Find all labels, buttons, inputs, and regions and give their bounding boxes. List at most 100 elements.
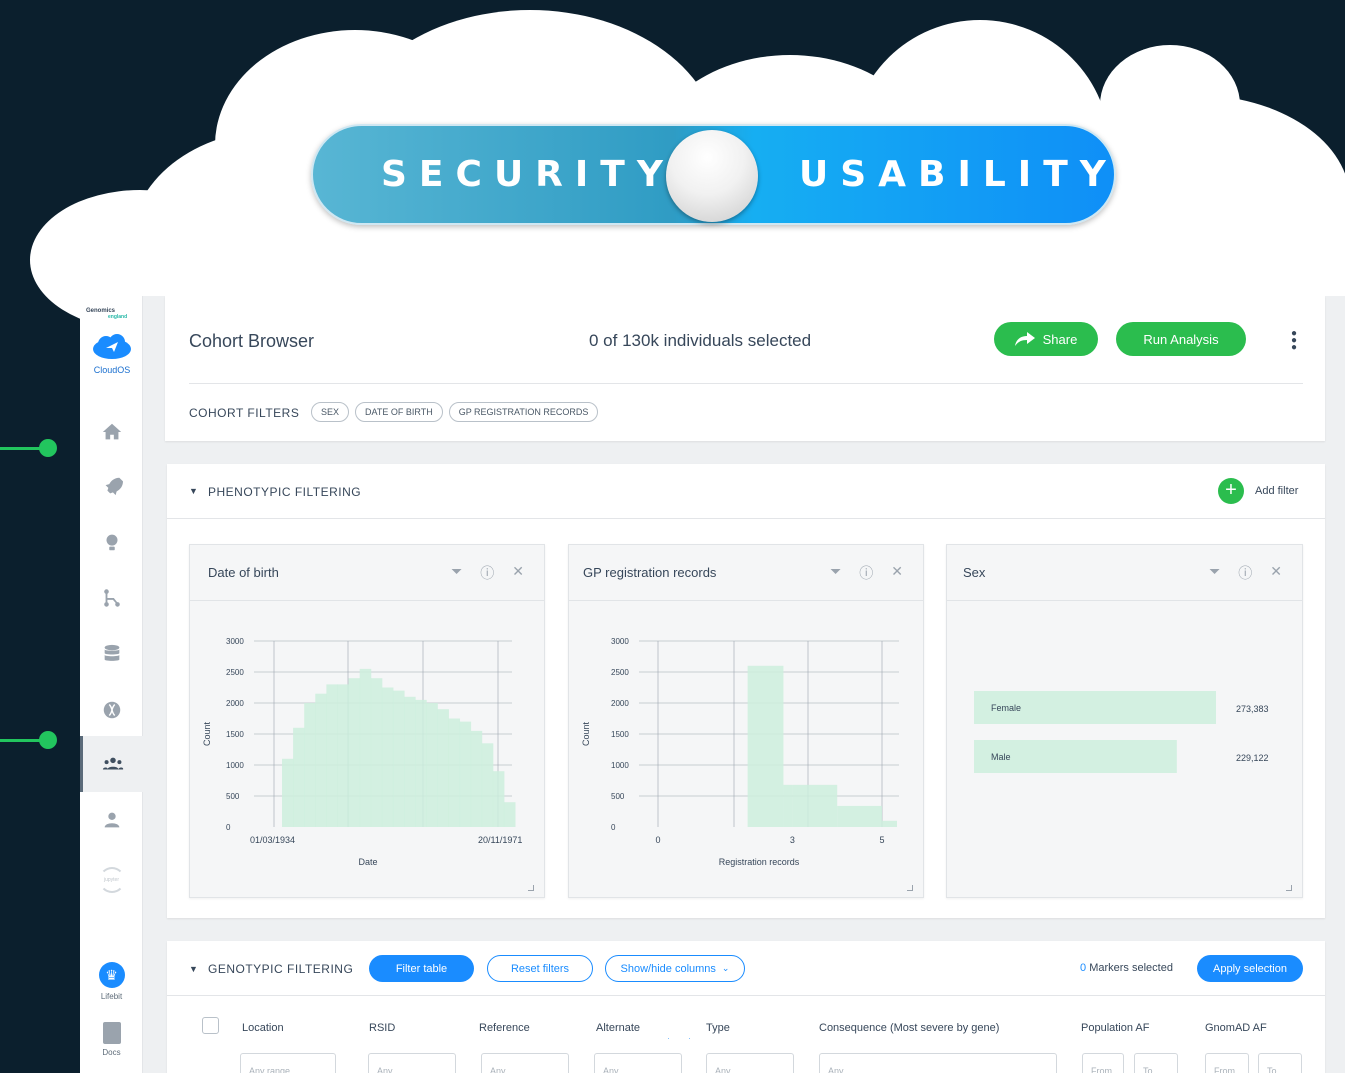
close-icon[interactable]: ✕ [1270,563,1282,583]
population-af-from[interactable]: From [1082,1053,1124,1073]
sidebar-item-home[interactable] [80,404,143,460]
card-gp-registration: GP registration records ⏷ ⓘ ✕ 3000 2500 2000… [568,544,924,898]
gnomad-af-to[interactable]: To [1258,1053,1302,1073]
security-label: SECURITY [381,154,675,195]
security-usability-toggle[interactable]: SECURITY USABILITY [311,124,1116,225]
share-button[interactable]: Share [994,322,1098,356]
rsid-input[interactable]: Any [368,1053,456,1073]
filter-icon[interactable]: ⏷ [451,563,462,583]
info-icon[interactable]: ⓘ [1238,563,1252,583]
docs-label: Docs [102,1048,121,1057]
x-tick-label: 01/03/1934 [250,835,295,845]
close-icon[interactable]: ✕ [512,563,524,583]
more-options-icon[interactable]: ● ● ● [1290,329,1298,353]
markers-selected: 0 Markers selected [1080,962,1173,974]
sex-value-label: 229,122 [1236,753,1269,763]
histogram-bar [337,684,350,827]
select-all-checkbox[interactable] [202,1017,219,1034]
crown-icon: ♛ [98,962,125,988]
y-tick-label: 3000 [226,637,244,646]
filter-table-button[interactable]: Filter table [369,955,474,982]
histogram-bar [426,703,438,827]
col-alternate[interactable]: Alternate [596,1022,640,1034]
y-tick-label: 2000 [226,699,244,708]
add-filter-button[interactable]: + Add filter [1218,478,1298,504]
sidebar-item-docs[interactable]: Docs [80,1022,143,1057]
apply-selection-label: Apply selection [1213,962,1287,975]
users-group-icon [102,757,124,770]
gnomad-af-from[interactable]: From [1205,1053,1249,1073]
apply-selection-button[interactable]: Apply selection [1197,955,1303,982]
col-type[interactable]: Type [706,1022,730,1034]
rocket-icon [105,477,123,496]
filter-pill-dob[interactable]: DATE OF BIRTH [355,402,443,422]
close-icon[interactable]: ✕ [891,563,903,583]
y-tick-label: 500 [611,792,625,801]
histogram-bar [437,709,449,827]
pheno-collapse-icon[interactable]: ▼ [189,486,198,496]
sex-category-label: Male [991,752,1011,762]
sidebar-item-data[interactable] [80,626,143,682]
chevron-down-icon: ⌄ [721,963,730,973]
geno-collapse-icon[interactable]: ▼ [189,964,198,974]
population-af-to[interactable]: To [1134,1053,1178,1073]
type-input[interactable]: Any [706,1053,794,1073]
histogram-bar [470,730,483,827]
x-axis-label: Registration records [719,857,800,867]
resize-handle-icon[interactable] [528,885,534,891]
pheno-divider [167,518,1325,519]
reference-input[interactable]: Any [481,1053,569,1073]
geno-title: GENOTYPIC FILTERING [208,962,354,976]
filter-pill-sex[interactable]: SEX [311,402,350,422]
usability-label: USABILITY [799,154,1118,195]
sidebar-item-genomics[interactable] [80,682,143,738]
sidebar-item-ideas[interactable] [80,514,143,570]
consequence-input[interactable]: Any [819,1053,1057,1073]
histogram-bar [882,820,897,827]
info-icon[interactable]: ⓘ [859,563,873,583]
show-hide-columns-button[interactable]: Show/hide columns ⌄ [605,955,745,982]
location-range-input[interactable]: Any range [240,1053,336,1073]
x-tick-label: 3 [790,835,795,845]
resize-handle-icon[interactable] [1286,885,1292,891]
add-filter-label: Add filter [1255,485,1299,497]
col-gnomad-af[interactable]: GnomAD AF [1205,1022,1267,1034]
gp-histogram: 3000 2500 2000 1500 1000 500 0 Count 0 3 5 Registra… [581,637,899,867]
x-tick-label: 5 [879,835,884,845]
filter-icon[interactable]: ⏷ [830,563,841,583]
histogram-bar [837,805,882,827]
sidebar-item-profile[interactable] [80,792,143,848]
alternate-input[interactable]: Any [594,1053,682,1073]
filter-icon[interactable]: ⏷ [1209,563,1220,583]
histogram-bar [503,802,516,827]
x-tick-label: 20/11/1971 [478,835,522,845]
sex-bar-chart: Female 273,383 Male 229,122 [974,691,1269,773]
col-reference[interactable]: Reference [479,1022,530,1034]
lifebit-label: Lifebit [100,992,123,1001]
histogram-bar [304,703,316,827]
x-tick-label: 0 [655,835,660,845]
dna-icon [103,701,120,719]
sidebar-item-cohort-browser[interactable] [80,736,143,792]
reset-filters-button[interactable]: Reset filters [487,955,593,982]
cloudos-logo[interactable]: CloudOS [90,334,134,375]
col-rsid[interactable]: RSID [369,1022,395,1034]
col-location[interactable]: Location [242,1022,284,1034]
col-population-af[interactable]: Population AF [1081,1022,1150,1034]
histogram-bar [293,727,305,827]
run-analysis-button[interactable]: Run Analysis [1116,322,1246,356]
resize-handle-icon[interactable] [907,885,913,891]
selection-count: 0 of 130k individuals selected [589,331,812,350]
sidebar-item-launch[interactable] [80,458,143,514]
user-icon [104,812,119,828]
sidebar-item-lifebit[interactable]: ♛ Lifebit [80,962,143,1001]
histogram-bar [481,743,494,827]
toggle-knob[interactable] [666,130,758,222]
phenotypic-filtering-panel: ▼ PHENOTYPIC FILTERING + Add filter Date… [167,464,1325,918]
sidebar-item-pipelines[interactable] [80,570,143,626]
sidebar-item-jupyter[interactable]: jupyter [80,852,143,908]
col-consequence[interactable]: Consequence (Most severe by gene) [819,1022,999,1034]
filter-pill-gp[interactable]: GP REGISTRATION RECORDS [448,402,599,422]
home-icon [102,423,121,440]
info-icon[interactable]: ⓘ [480,563,494,583]
